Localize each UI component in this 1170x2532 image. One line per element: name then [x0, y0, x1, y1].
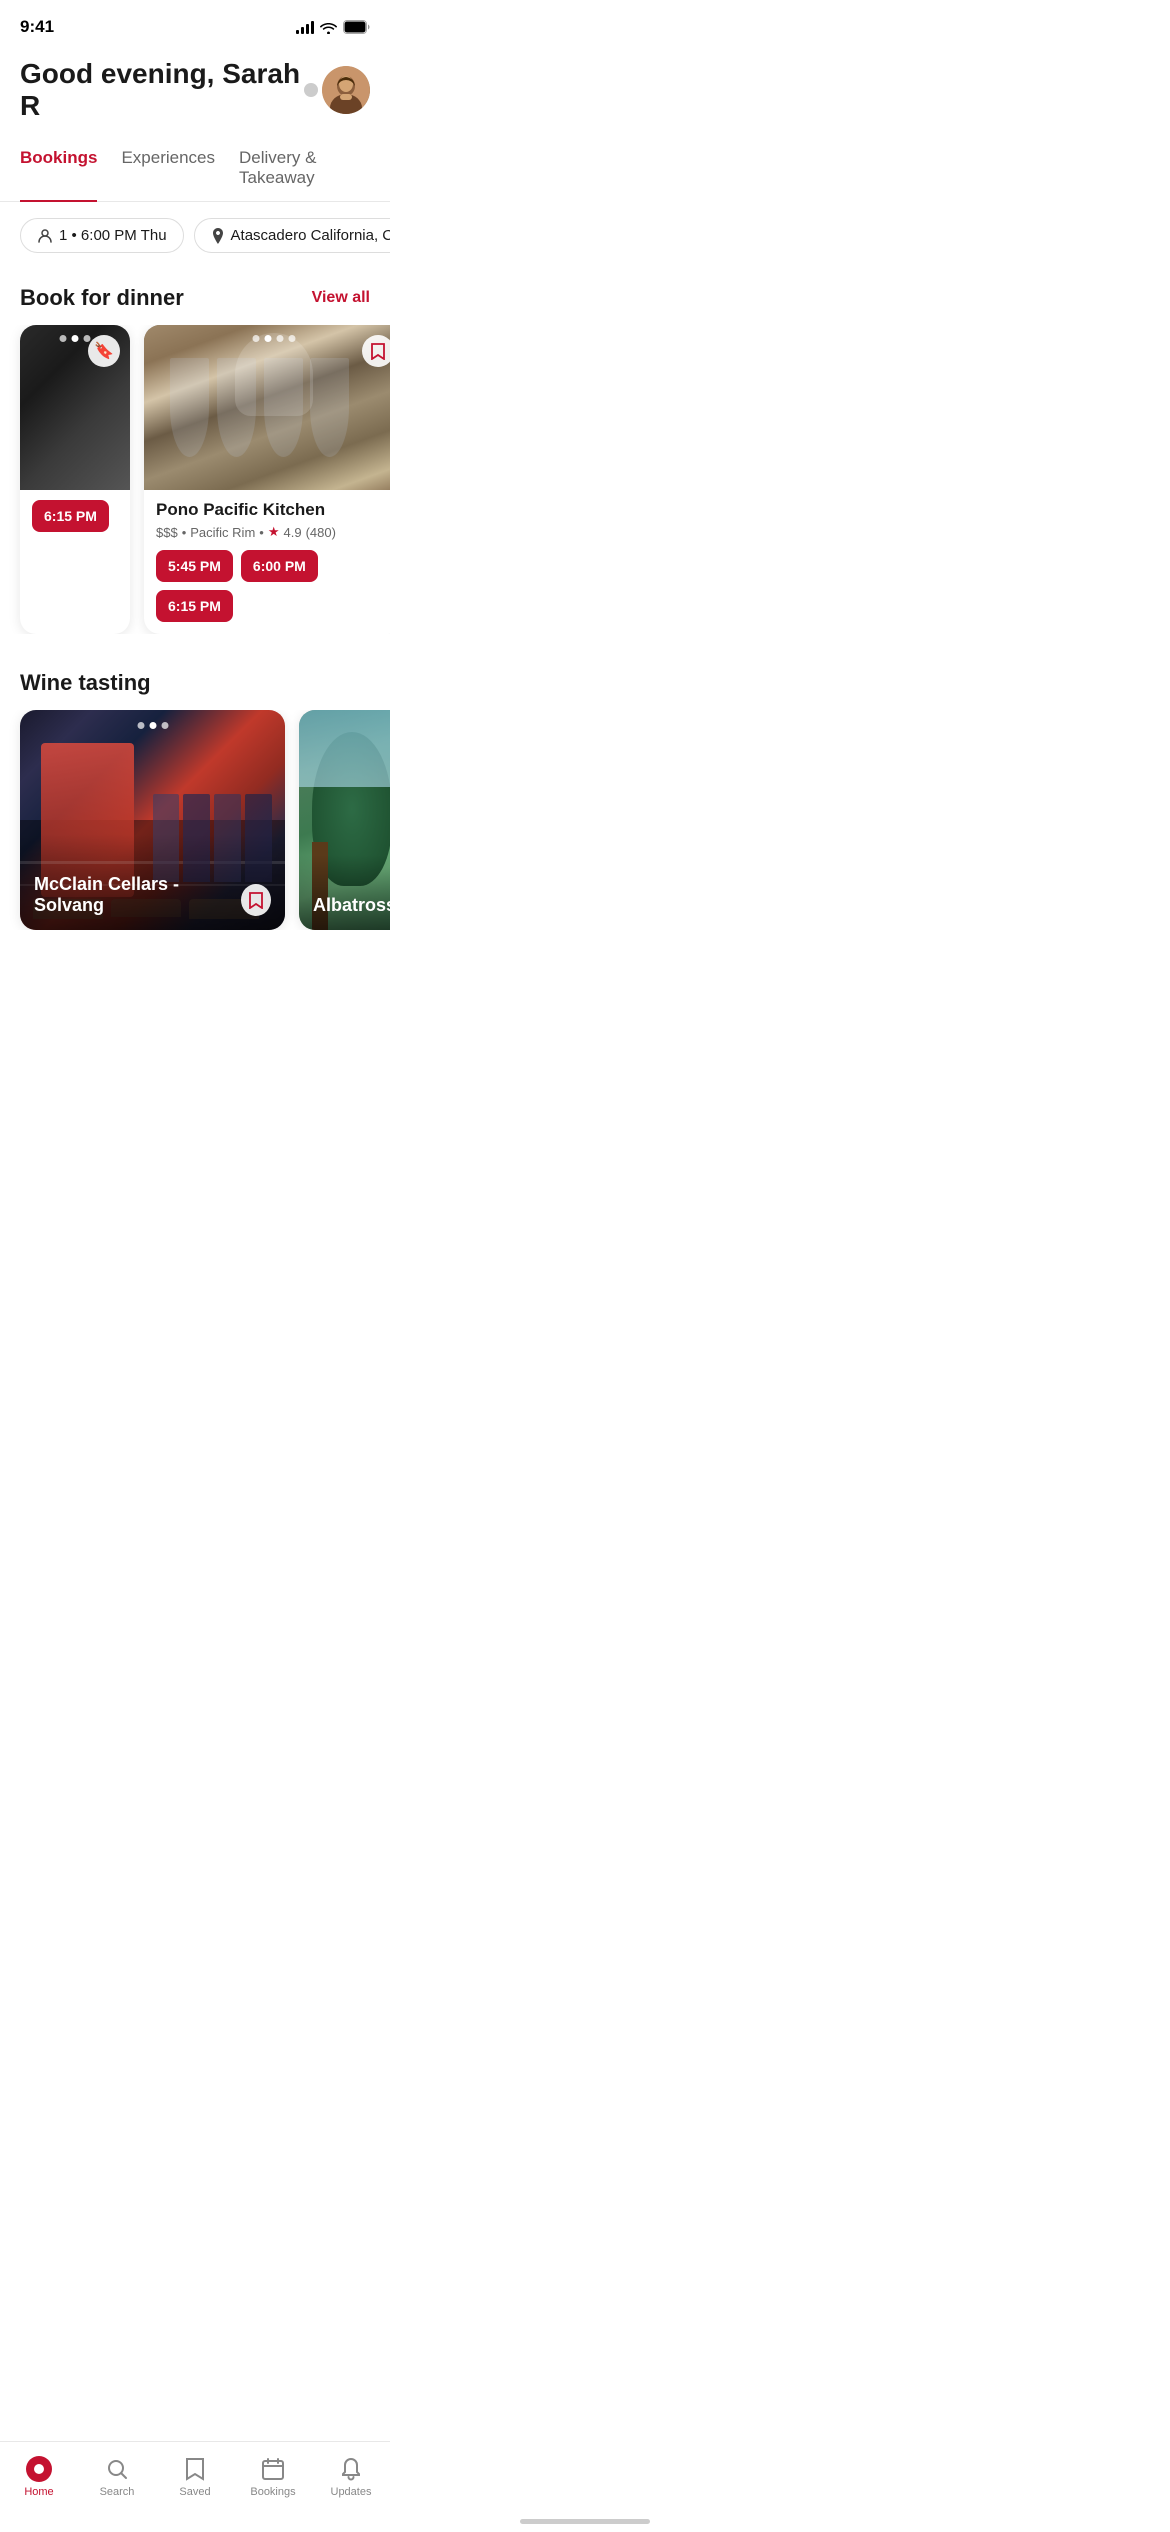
star-icon: ★: [268, 524, 280, 540]
time-slot-1[interactable]: 5:45 PM: [156, 550, 233, 582]
filter-guests-label: 1 • 6:00 PM Thu: [59, 227, 167, 244]
bookmark-button-pono[interactable]: [362, 335, 390, 367]
bookmark-button-mcclain[interactable]: [241, 884, 271, 916]
wine-card-label-albatross: Albatross Rid...: [299, 855, 390, 930]
card-dot: [289, 335, 296, 342]
wine-card-mcclain[interactable]: McClain Cellars - Solvang: [20, 710, 285, 930]
nav-bookings-label: Bookings: [250, 2486, 295, 2498]
saved-icon: [184, 2457, 206, 2481]
wifi-icon: [320, 21, 337, 34]
home-indicator: [520, 2519, 650, 2524]
signal-icon: [296, 20, 314, 34]
nav-home-label: Home: [24, 2486, 53, 2498]
bookmark-icon: 🔖: [94, 341, 114, 361]
status-icons: [296, 20, 370, 34]
wine-venue-name-mcclain: McClain Cellars - Solvang: [34, 874, 241, 916]
cuisine-type: Pacific Rim: [190, 525, 255, 540]
dinner-section-header: Book for dinner View all: [0, 269, 390, 325]
time-slot-3[interactable]: 6:15 PM: [156, 590, 233, 622]
home-dot: [34, 2464, 44, 2474]
restaurant-meta: $$$ • Pacific Rim • ★ 4.9 (480): [156, 524, 390, 540]
nav-item-search[interactable]: Search: [78, 2450, 156, 2504]
card-dot-active: [149, 722, 156, 729]
nav-item-saved[interactable]: Saved: [156, 2450, 234, 2504]
pin-icon: [211, 228, 225, 244]
nav-saved-icon-container: [182, 2456, 208, 2482]
time-slot[interactable]: 6:15 PM: [32, 500, 109, 532]
search-icon: [105, 2457, 129, 2481]
card-dot-active: [72, 335, 79, 342]
bookmark-button[interactable]: 🔖: [88, 335, 120, 367]
avatar[interactable]: [322, 66, 370, 114]
wine-cards-scroll: McClain Cellars - Solvang: [0, 710, 390, 930]
tab-experiences[interactable]: Experiences: [121, 138, 215, 202]
person-icon: [37, 228, 53, 244]
bookmark-icon: [249, 892, 263, 909]
main-tabs: Bookings Experiences Delivery & Takeaway: [0, 138, 390, 202]
card-dot-active: [265, 335, 272, 342]
nav-item-updates[interactable]: Updates: [312, 2450, 390, 2504]
filter-location-label: Atascadero California, CA, United St...: [231, 227, 390, 244]
card-dot: [84, 335, 91, 342]
nav-search-label: Search: [100, 2486, 135, 2498]
wine-venue-name-albatross: Albatross Rid...: [313, 895, 390, 916]
header: Good evening, Sarah R: [0, 48, 390, 138]
wine-section: Wine tasting: [0, 654, 390, 950]
wine-card-label-mcclain: McClain Cellars - Solvang: [20, 834, 285, 930]
rating: 4.9: [284, 525, 302, 540]
avatar-container[interactable]: [304, 66, 370, 114]
nav-item-home[interactable]: Home: [0, 2450, 78, 2504]
card-dot: [161, 722, 168, 729]
time-slot-2[interactable]: 6:00 PM: [241, 550, 318, 582]
dinner-section-title: Book for dinner: [20, 285, 184, 311]
card-dot: [60, 335, 67, 342]
filter-guests[interactable]: 1 • 6:00 PM Thu: [20, 218, 184, 253]
battery-icon: [343, 20, 370, 34]
dinner-view-all[interactable]: View all: [312, 289, 370, 307]
tab-bookings[interactable]: Bookings: [20, 138, 97, 202]
nav-bookings-icon-container: [260, 2456, 286, 2482]
wine-section-header: Wine tasting: [0, 654, 390, 710]
restaurant-card-pono[interactable]: Pono Pacific Kitchen $$$ • Pacific Rim •…: [144, 325, 390, 634]
nav-saved-label: Saved: [179, 2486, 210, 2498]
nav-home-icon-container: [26, 2456, 52, 2482]
bookmark-icon: [371, 343, 385, 360]
greeting-text: Good evening, Sarah R: [20, 58, 304, 122]
review-count: (480): [306, 525, 336, 540]
avatar-status-dot: [304, 83, 318, 97]
wine-section-title: Wine tasting: [20, 670, 151, 696]
home-icon: [26, 2456, 52, 2482]
card-dot: [253, 335, 260, 342]
bookings-icon: [261, 2457, 285, 2481]
card-dot: [277, 335, 284, 342]
card-dot: [137, 722, 144, 729]
nav-search-icon-container: [104, 2456, 130, 2482]
filter-row: 1 • 6:00 PM Thu Atascadero California, C…: [0, 202, 390, 269]
status-bar: 9:41: [0, 0, 390, 48]
updates-icon: [340, 2457, 362, 2481]
wine-card-albatross[interactable]: Albatross Rid...: [299, 710, 390, 930]
nav-updates-label: Updates: [331, 2486, 372, 2498]
dinner-section: Book for dinner View all 🔖: [0, 269, 390, 654]
time-slots: 5:45 PM 6:00 PM 6:15 PM: [156, 550, 390, 622]
filter-location[interactable]: Atascadero California, CA, United St...: [194, 218, 390, 253]
tab-delivery[interactable]: Delivery & Takeaway: [239, 138, 370, 202]
price-indicator: $$$: [156, 525, 178, 540]
dinner-cards-scroll: 🔖 6:15 PM: [0, 325, 390, 634]
status-time: 9:41: [20, 17, 54, 37]
nav-item-bookings[interactable]: Bookings: [234, 2450, 312, 2504]
nav-updates-icon-container: [338, 2456, 364, 2482]
bottom-nav: Home Search Saved Bookings: [0, 2441, 390, 2532]
restaurant-card-partial-left[interactable]: 🔖 6:15 PM: [20, 325, 130, 634]
restaurant-name: Pono Pacific Kitchen: [156, 500, 390, 520]
